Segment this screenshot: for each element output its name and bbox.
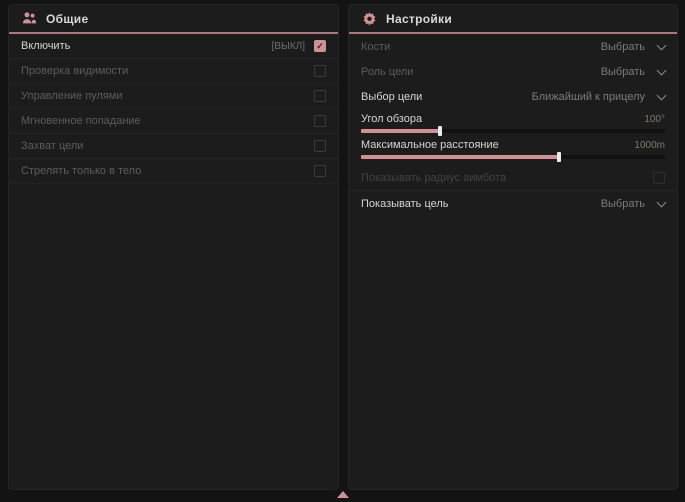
panel-settings-title: Настройки [386, 12, 452, 26]
target-select-dropdown-value: Ближайший к прицелу [532, 91, 645, 103]
row-enable[interactable]: Включить [ВЫКЛ] ✓ [9, 34, 338, 59]
fov-value: 100° [644, 114, 665, 125]
show-target-dropdown[interactable]: Выбрать [601, 198, 665, 210]
max-distance-slider-handle[interactable] [557, 152, 561, 162]
row-fov-label: Угол обзора [361, 113, 422, 125]
row-bones: Кости Выбрать [349, 34, 677, 59]
chevron-down-icon [657, 40, 667, 50]
row-bones-label: Кости [361, 41, 390, 53]
gear-icon [362, 11, 377, 26]
max-distance-slider[interactable] [361, 155, 665, 159]
row-body-only[interactable]: Стрелять только в тело [9, 159, 338, 184]
row-fov: Угол обзора 100° [349, 109, 677, 135]
row-body-only-label: Стрелять только в тело [21, 165, 141, 177]
row-max-distance: Максимальное расстояние 1000m [349, 135, 677, 161]
visibility-check-checkbox[interactable] [314, 65, 326, 77]
settings-rows: Кости Выбрать Роль цели Выбрать Выбор це… [349, 34, 677, 216]
row-instant-hit-label: Мгновенное попадание [21, 115, 141, 127]
fov-slider[interactable] [361, 129, 665, 133]
row-enable-label: Включить [21, 40, 70, 52]
resize-triangle-icon[interactable] [337, 491, 349, 498]
bones-dropdown[interactable]: Выбрать [601, 41, 665, 53]
instant-hit-checkbox[interactable] [314, 115, 326, 127]
row-target-lock[interactable]: Захват цели [9, 134, 338, 159]
chevron-down-icon [657, 197, 667, 207]
row-visibility-check-label: Проверка видимости [21, 65, 128, 77]
row-visibility-check[interactable]: Проверка видимости [9, 59, 338, 84]
row-show-target-label: Показывать цель [361, 198, 449, 210]
bullet-control-checkbox[interactable] [314, 90, 326, 102]
panel-general: Общие Включить [ВЫКЛ] ✓ Проверка видимос… [8, 4, 339, 490]
fov-slider-fill [361, 129, 440, 133]
target-role-dropdown[interactable]: Выбрать [601, 66, 665, 78]
row-max-distance-label: Максимальное расстояние [361, 139, 499, 151]
row-instant-hit[interactable]: Мгновенное попадание [9, 109, 338, 134]
panel-settings-header: Настройки [349, 5, 677, 32]
max-distance-slider-fill [361, 155, 559, 159]
chevron-down-icon [657, 65, 667, 75]
chevron-down-icon [657, 90, 667, 100]
row-show-aimbot-radius: Показывать радиус аимбота [349, 166, 677, 191]
panel-settings: Настройки Кости Выбрать Роль цели Выбрат… [348, 4, 678, 490]
row-enable-state: [ВЫКЛ] [272, 41, 305, 52]
fov-slider-handle[interactable] [438, 126, 442, 136]
max-distance-value: 1000m [634, 140, 665, 151]
row-target-select: Выбор цели Ближайший к прицелу [349, 84, 677, 109]
row-bullet-control[interactable]: Управление пулями [9, 84, 338, 109]
users-icon [22, 11, 37, 26]
row-bullet-control-label: Управление пулями [21, 90, 123, 102]
general-rows: Включить [ВЫКЛ] ✓ Проверка видимости Упр… [9, 34, 338, 184]
show-target-dropdown-value: Выбрать [601, 198, 645, 210]
row-show-aimbot-radius-label: Показывать радиус аимбота [361, 172, 506, 184]
target-role-dropdown-value: Выбрать [601, 66, 645, 78]
enable-checkbox[interactable]: ✓ [314, 40, 326, 52]
show-aimbot-radius-checkbox[interactable] [653, 172, 665, 184]
bones-dropdown-value: Выбрать [601, 41, 645, 53]
row-show-target: Показывать цель Выбрать [349, 191, 677, 216]
checkmark-icon: ✓ [316, 42, 324, 51]
row-target-select-label: Выбор цели [361, 91, 422, 103]
panel-general-title: Общие [46, 12, 88, 26]
target-select-dropdown[interactable]: Ближайший к прицелу [532, 91, 665, 103]
row-target-role-label: Роль цели [361, 66, 413, 78]
row-target-lock-label: Захват цели [21, 140, 83, 152]
panel-general-header: Общие [9, 5, 338, 32]
target-lock-checkbox[interactable] [314, 140, 326, 152]
row-target-role: Роль цели Выбрать [349, 59, 677, 84]
body-only-checkbox[interactable] [314, 165, 326, 177]
